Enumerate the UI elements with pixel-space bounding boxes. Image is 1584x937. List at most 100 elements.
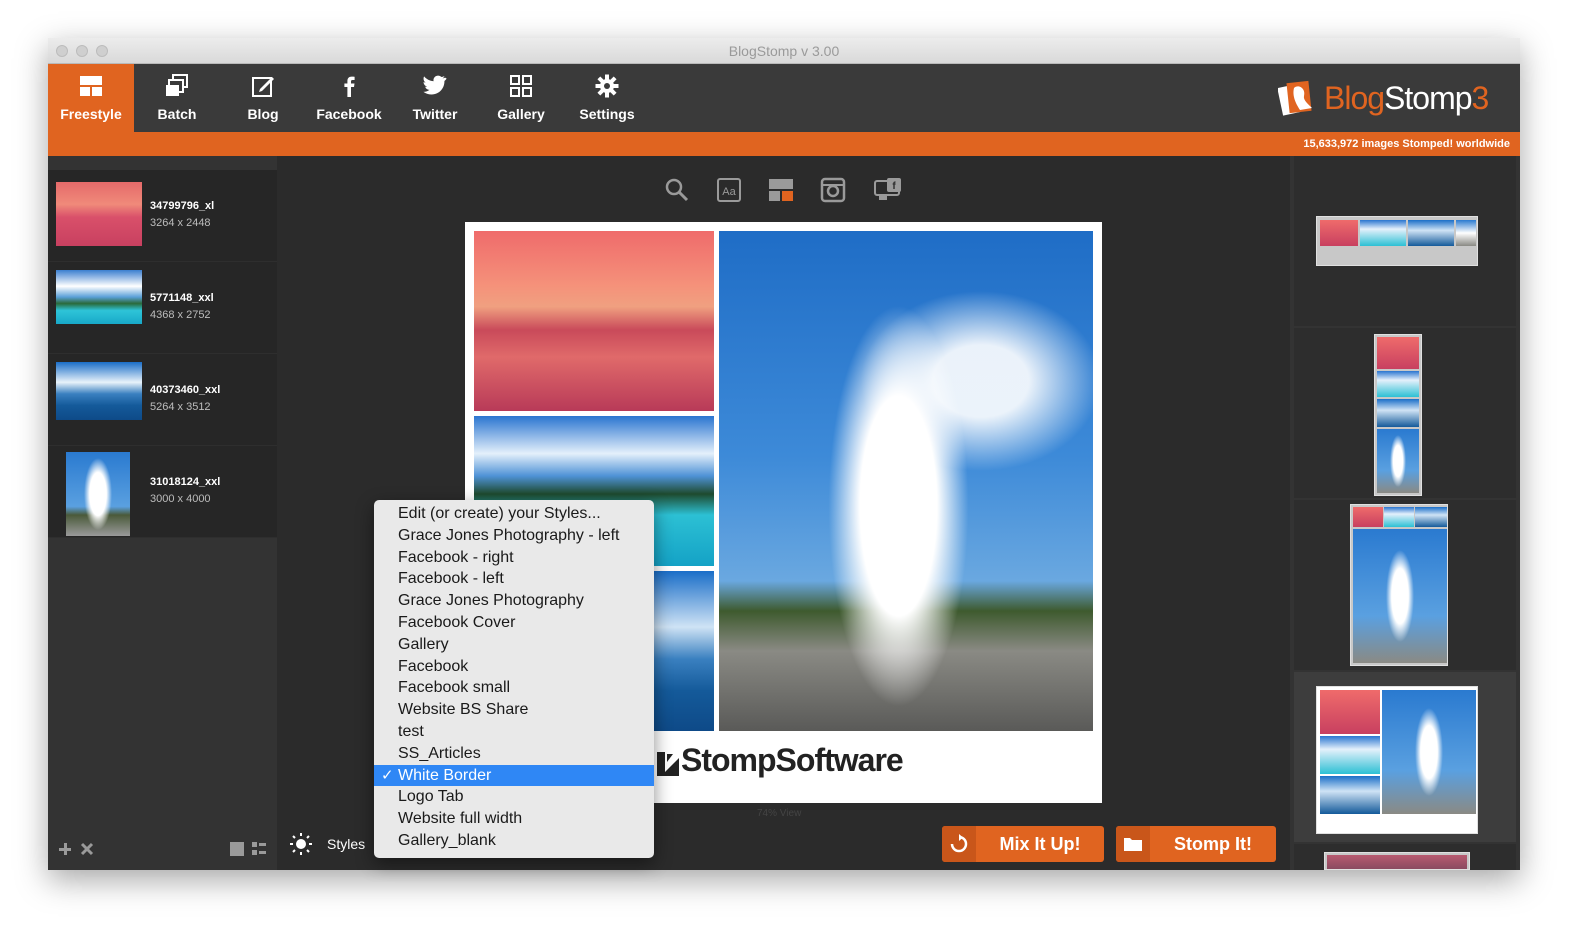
tab-label: Blog <box>247 106 279 122</box>
image-thumbnail <box>56 362 142 420</box>
tab-label: Settings <box>579 106 635 122</box>
menu-item[interactable]: Logo Tab <box>374 786 654 808</box>
image-name: 40373460_xxl <box>150 384 221 396</box>
styles-dropdown-menu[interactable]: Edit (or create) your Styles... Grace Jon… <box>374 500 654 858</box>
menu-item[interactable]: Gallery_blank <box>374 830 654 852</box>
layout-option[interactable] <box>1294 500 1516 670</box>
blog-icon <box>252 77 274 97</box>
image-name: 5771148_xxl <box>150 292 214 304</box>
window-title: BlogStomp v 3.00 <box>728 43 840 59</box>
menu-item-label: Facebook small <box>398 679 511 697</box>
image-list: 34799796_xl 3264 x 2448 5771148_xxl 4368… <box>48 170 277 538</box>
menu-item-label: Grace Jones Photography <box>398 592 584 610</box>
menu-item-label: Facebook Cover <box>398 613 516 631</box>
image-list-panel: 34799796_xl 3264 x 2448 5771148_xxl 4368… <box>48 156 277 870</box>
tab-settings[interactable]: Settings <box>564 64 650 132</box>
mix-label: Mix It Up! <box>999 834 1081 854</box>
layout-option[interactable] <box>1294 328 1516 498</box>
layout-preview <box>1350 504 1448 666</box>
menu-item-label: Facebook <box>398 657 469 675</box>
search-icon[interactable] <box>663 176 691 204</box>
tab-twitter[interactable]: Twitter <box>392 64 478 132</box>
add-icon[interactable] <box>58 842 72 856</box>
menu-item[interactable]: Facebook - left <box>374 568 654 590</box>
image-name: 31018124_xxl <box>150 476 221 488</box>
tab-facebook[interactable]: Facebook <box>306 64 392 132</box>
menu-item-label: Gallery_blank <box>398 831 496 849</box>
menu-item[interactable]: Website full width <box>374 808 654 830</box>
batch-icon <box>166 74 188 96</box>
blogstomp-logo: BlogStomp3 <box>1278 76 1508 120</box>
checkmark-icon: ✓ <box>381 766 394 784</box>
menu-item[interactable]: Website BS Share <box>374 699 654 721</box>
menu-item-label: Website full width <box>398 810 523 828</box>
refresh-icon <box>950 834 968 853</box>
menu-item-label: Edit (or create) your Styles... <box>398 505 601 522</box>
image-dimensions: 3264 x 2448 <box>150 217 211 229</box>
tab-blog[interactable]: Blog <box>220 64 306 132</box>
menu-item[interactable]: Facebook Cover <box>374 612 654 634</box>
layout-panel <box>1290 156 1520 870</box>
layout-option[interactable] <box>1294 156 1516 326</box>
mix-it-up-button[interactable]: Mix It Up! <box>942 826 1104 862</box>
image-list-footer <box>48 820 277 870</box>
instagram-icon[interactable] <box>819 176 847 204</box>
menu-item[interactable]: Edit (or create) your Styles... <box>374 503 654 525</box>
menu-item[interactable]: Grace Jones Photography <box>374 590 654 612</box>
tab-batch[interactable]: Batch <box>134 64 220 132</box>
layout-option[interactable] <box>1294 844 1516 870</box>
layout-preview <box>1324 852 1470 870</box>
list-view-icon[interactable] <box>252 842 266 856</box>
tab-freestyle[interactable]: Freestyle <box>48 64 134 132</box>
menu-item-label: White Border <box>398 766 492 784</box>
stomp-it-button[interactable]: Stomp It! <box>1116 826 1276 862</box>
list-item[interactable]: 40373460_xxl 5264 x 3512 <box>48 354 277 446</box>
layout-icon[interactable] <box>767 176 795 204</box>
status-bar: 15,633,972 images Stomped! worldwide <box>48 132 1520 156</box>
layout-preview <box>1316 686 1478 834</box>
tab-gallery[interactable]: Gallery <box>478 64 564 132</box>
image-dimensions: 3000 x 4000 <box>150 493 211 505</box>
image-thumbnail <box>56 182 142 246</box>
remove-icon[interactable] <box>80 842 94 856</box>
layout-preview <box>1374 334 1422 496</box>
tab-label: Gallery <box>497 106 545 122</box>
facebook-icon <box>344 76 355 97</box>
collage-photo-sunset[interactable] <box>474 231 714 411</box>
menu-item-label: Website BS Share <box>398 701 529 719</box>
list-item[interactable]: 31018124_xxl 3000 x 4000 <box>48 446 277 538</box>
menu-item-label: Logo Tab <box>398 788 464 806</box>
menu-item-label: Facebook - left <box>398 570 504 588</box>
collage-photo-geyser[interactable] <box>719 231 1093 731</box>
menu-item[interactable]: SS_Articles <box>374 743 654 765</box>
tab-label: Facebook <box>316 106 382 122</box>
menu-item-label: Grace Jones Photography - left <box>398 526 620 544</box>
gallery-icon <box>510 75 532 97</box>
menu-item[interactable]: test <box>374 721 654 743</box>
image-dimensions: 4368 x 2752 <box>150 309 211 321</box>
gear-icon <box>595 74 619 98</box>
menu-item-selected[interactable]: ✓ White Border <box>374 764 654 787</box>
stomp-counter: 15,633,972 images Stomped! worldwide <box>1303 138 1510 150</box>
grid-view-icon[interactable] <box>230 842 244 856</box>
facebook-cover-icon[interactable]: f <box>873 176 907 204</box>
stomp-software-logo-icon <box>657 752 679 776</box>
title-bar: BlogStomp v 3.00 <box>48 38 1520 64</box>
image-thumbnail <box>56 270 142 324</box>
menu-item-label: test <box>398 722 424 740</box>
menu-item-label: Facebook - right <box>398 548 514 566</box>
menu-item[interactable]: Facebook <box>374 656 654 678</box>
app-window: BlogStomp v 3.00 Freestyle Batch Blog Fa… <box>48 38 1520 870</box>
freestyle-icon <box>80 76 102 96</box>
image-name: 34799796_xl <box>150 200 215 212</box>
layout-option-selected[interactable] <box>1294 672 1516 842</box>
styles-label: Styles <box>327 836 366 852</box>
list-item[interactable]: 34799796_xl 3264 x 2448 <box>48 170 277 262</box>
menu-item[interactable]: Facebook - right <box>374 547 654 569</box>
main-toolbar: Freestyle Batch Blog Facebook Twitter Ga… <box>48 64 1520 132</box>
text-icon[interactable]: Aa <box>715 176 743 204</box>
menu-item[interactable]: Grace Jones Photography - left <box>374 525 654 547</box>
menu-item[interactable]: Gallery <box>374 634 654 656</box>
list-item[interactable]: 5771148_xxl 4368 x 2752 <box>48 262 277 354</box>
menu-item[interactable]: Facebook small <box>374 677 654 699</box>
